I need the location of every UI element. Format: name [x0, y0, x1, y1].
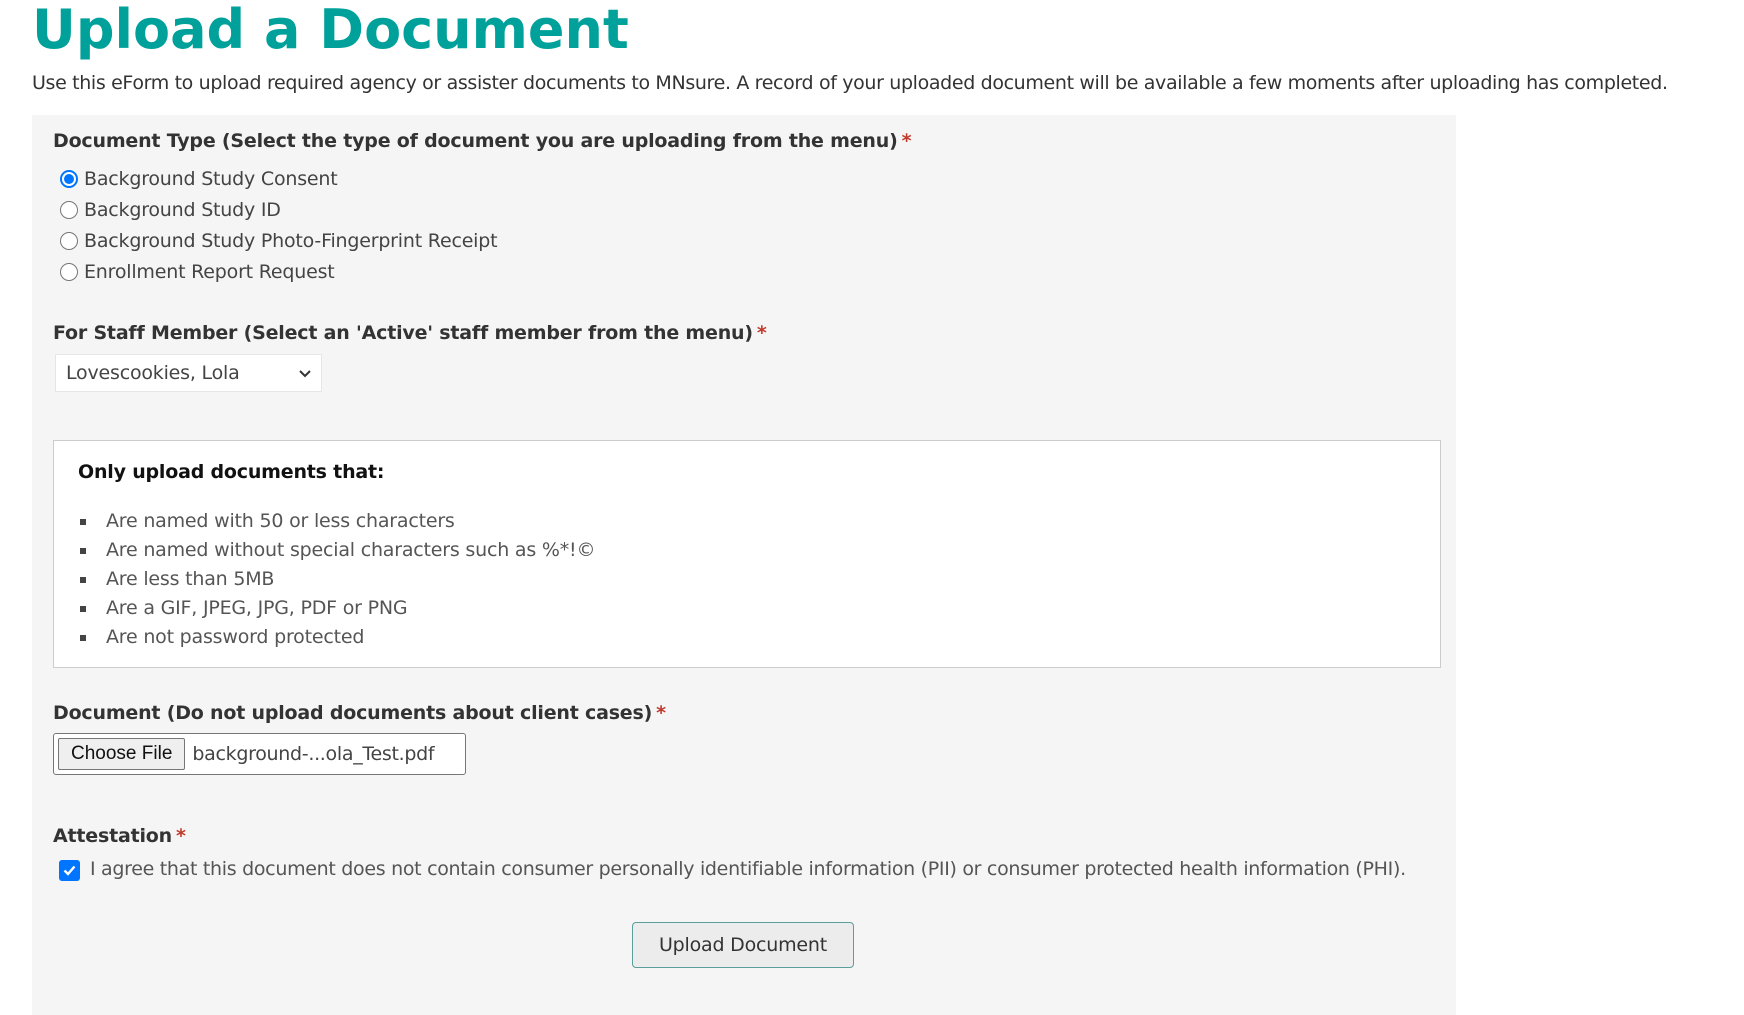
- radio-option-enrollment-report-request[interactable]: Enrollment Report Request: [60, 261, 335, 283]
- document-file-input[interactable]: Choose File background-...ola_Test.pdf: [53, 733, 466, 775]
- requirements-title: Only upload documents that:: [78, 461, 385, 483]
- list-item-text: Are less than 5MB: [106, 568, 275, 590]
- document-type-label: Document Type (Select the type of docume…: [53, 130, 912, 152]
- page-intro: Use this eForm to upload required agency…: [32, 72, 1668, 94]
- bullet-icon: [80, 606, 86, 612]
- bullet-icon: [80, 548, 86, 554]
- radio-option-background-study-consent[interactable]: Background Study Consent: [60, 168, 338, 190]
- list-item: Are not password protected: [78, 623, 595, 652]
- document-file-label-text: Document (Do not upload documents about …: [53, 702, 653, 724]
- radio-option-label: Enrollment Report Request: [84, 261, 335, 283]
- radio-option-label: Background Study ID: [84, 199, 281, 221]
- radio-option-label: Background Study Consent: [84, 168, 338, 190]
- radio-button-checked[interactable]: [60, 170, 78, 188]
- choose-file-button[interactable]: Choose File: [58, 738, 186, 770]
- bullet-icon: [80, 519, 86, 525]
- staff-member-select[interactable]: Lovescookies, Lola: [55, 354, 322, 392]
- radio-option-background-study-id[interactable]: Background Study ID: [60, 199, 281, 221]
- list-item-text: Are a GIF, JPEG, JPG, PDF or PNG: [106, 597, 408, 619]
- attestation-checkbox[interactable]: [59, 860, 80, 881]
- list-item-text: Are named with 50 or less characters: [106, 510, 455, 532]
- chevron-down-icon: [299, 370, 311, 378]
- bullet-icon: [80, 635, 86, 641]
- staff-member-label-text: For Staff Member (Select an 'Active' sta…: [53, 322, 753, 344]
- list-item: Are named without special characters suc…: [78, 536, 595, 565]
- required-marker: *: [656, 702, 666, 724]
- selected-file-name: background-...ola_Test.pdf: [192, 743, 435, 765]
- radio-option-photo-fingerprint-receipt[interactable]: Background Study Photo-Fingerprint Recei…: [60, 230, 498, 252]
- attestation-label: Attestation *: [53, 825, 186, 847]
- checkmark-icon: [63, 865, 76, 876]
- required-marker: *: [901, 130, 912, 152]
- list-item-text: Are named without special characters suc…: [106, 539, 596, 561]
- radio-option-label: Background Study Photo-Fingerprint Recei…: [84, 230, 498, 252]
- document-type-label-text: Document Type (Select the type of docume…: [53, 130, 898, 152]
- staff-member-selected-value: Lovescookies, Lola: [66, 362, 240, 384]
- radio-button[interactable]: [60, 201, 78, 219]
- bullet-icon: [80, 577, 86, 583]
- radio-button[interactable]: [60, 232, 78, 250]
- list-item: Are named with 50 or less characters: [78, 507, 595, 536]
- attestation-label-text: Attestation: [53, 825, 172, 847]
- list-item: Are a GIF, JPEG, JPG, PDF or PNG: [78, 594, 595, 623]
- upload-requirements-box: Only upload documents that: Are named wi…: [53, 440, 1441, 668]
- page-title: Upload a Document: [32, 0, 629, 61]
- staff-member-label: For Staff Member (Select an 'Active' sta…: [53, 322, 767, 344]
- requirements-list: Are named with 50 or less characters Are…: [78, 507, 595, 652]
- required-marker: *: [175, 825, 186, 847]
- attestation-text: I agree that this document does not cont…: [90, 858, 1406, 880]
- document-file-label: Document (Do not upload documents about …: [53, 702, 666, 724]
- required-marker: *: [756, 322, 767, 344]
- upload-document-button[interactable]: Upload Document: [632, 922, 854, 968]
- list-item-text: Are not password protected: [106, 626, 365, 648]
- list-item: Are less than 5MB: [78, 565, 595, 594]
- radio-button[interactable]: [60, 263, 78, 281]
